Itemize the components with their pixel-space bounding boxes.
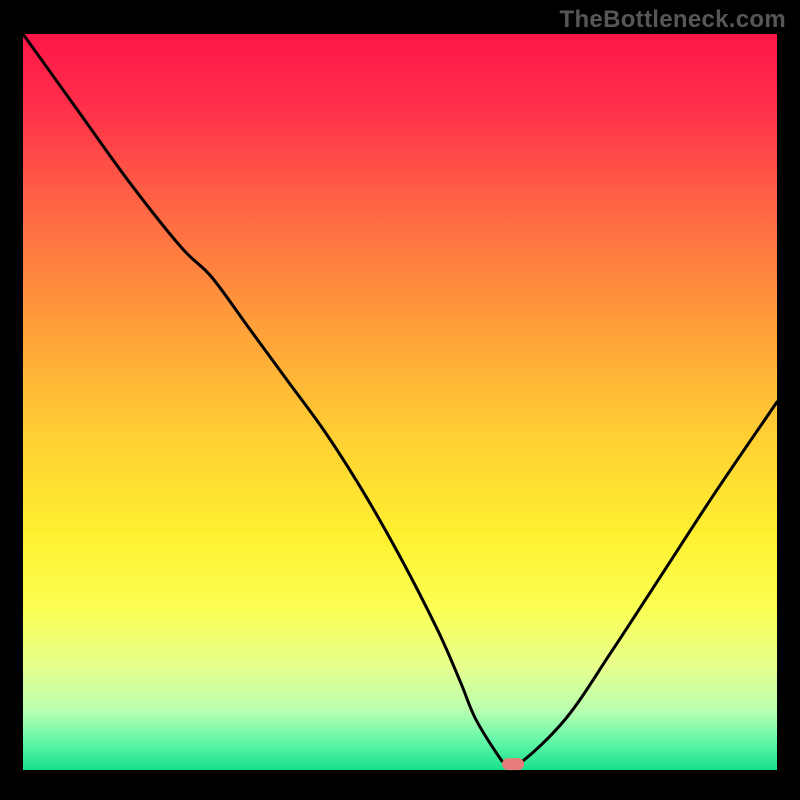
gradient-background <box>23 34 777 770</box>
watermark-text: TheBottleneck.com <box>560 6 786 34</box>
optimal-point-marker <box>502 758 524 770</box>
bottleneck-chart <box>0 0 800 800</box>
chart-container: TheBottleneck.com <box>0 0 800 800</box>
